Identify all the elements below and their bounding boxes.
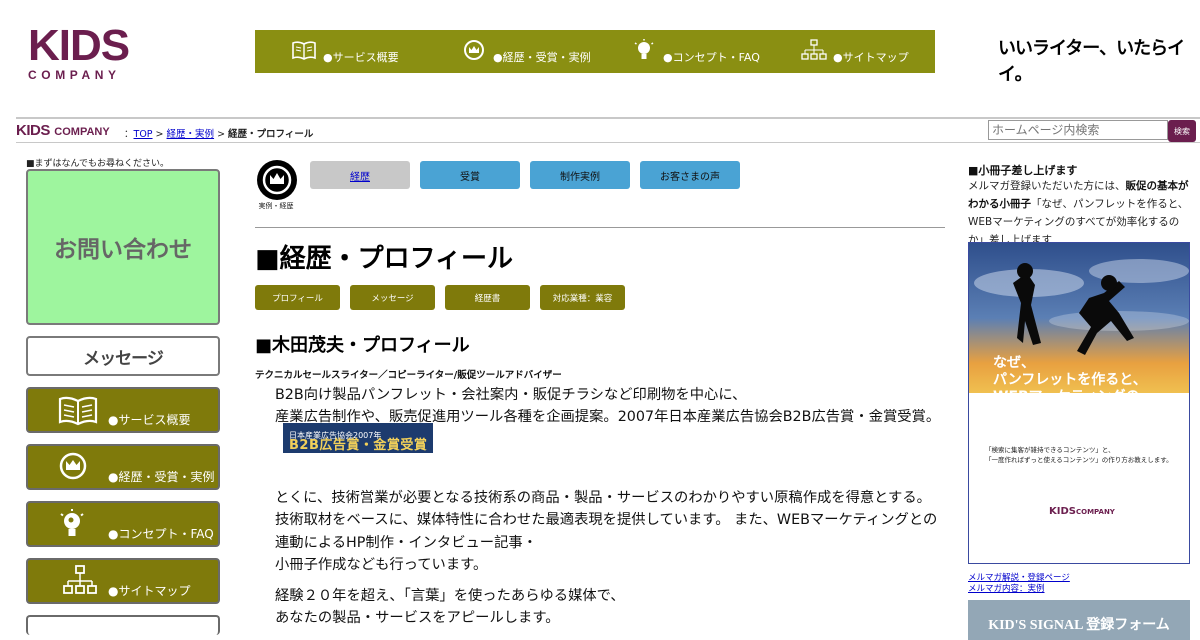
sidebar-item-sitemap[interactable]: ●サイトマップ <box>26 558 220 604</box>
tab-career[interactable]: 経歴 <box>310 161 410 189</box>
lightbulb-icon <box>634 39 654 59</box>
anchor-industries-button[interactable]: 対応業種：業容 <box>540 285 625 310</box>
breadcrumb-career-link[interactable]: 経歴・実例 <box>167 129 215 140</box>
cover-sub-line: 「検索に集客が雑持できるコンテンツ」と、 <box>985 446 1115 454</box>
site-search-input[interactable] <box>988 120 1168 140</box>
crown-icon <box>59 452 87 480</box>
breadcrumb-sep: > <box>214 129 229 140</box>
sidebar-item-concept[interactable]: ●コンセプト・FAQ <box>26 501 220 547</box>
book-icon <box>58 396 98 426</box>
booklet-text-a: メルマガ登録いただいた方には、 <box>968 180 1126 192</box>
tab-works[interactable]: 制作実例 <box>530 161 630 189</box>
tab-label: お客さまの声 <box>660 171 720 183</box>
cover-line: パンフレットを作ると、 <box>993 372 1147 388</box>
crown-badge-icon <box>257 160 297 200</box>
search-button[interactable]: 検索 <box>1168 120 1196 142</box>
sitemap-icon <box>801 39 827 60</box>
cover-logo-main: KIDS <box>1049 506 1076 517</box>
page-title: ■経歴・プロフィール <box>255 244 514 274</box>
cover-subtext: 「検索に集客が雑持できるコンテンツ」と、 「一度作ればずっと使えるコンテンツ」の… <box>985 445 1173 465</box>
cover-line: なぜ、 <box>993 355 1035 371</box>
tab-label: 経歴 <box>350 171 370 183</box>
sidebar-item-label: ●サイトマップ <box>108 584 191 598</box>
nav-item-concept[interactable]: ●コンセプト・FAQ <box>595 30 765 73</box>
message-button[interactable]: メッセージ <box>26 336 220 376</box>
paragraph-line: 経験２０年を超え、「言葉」を使ったあらゆる媒体で、 <box>275 588 625 604</box>
sitemap-icon <box>63 565 97 594</box>
kids-company-logo[interactable]: KIDS COMPANY <box>28 21 140 83</box>
lightbulb-icon <box>60 509 84 536</box>
award-line-2: B2B広告賞・金賞受賞 <box>289 437 428 453</box>
nav-label: ●サイトマップ <box>833 51 909 64</box>
anchor-message-button[interactable]: メッセージ <box>350 285 435 310</box>
sidebar-item-service[interactable]: ●サービス概要 <box>26 387 220 433</box>
mini-logo-main: KIDS <box>16 122 50 139</box>
tab-label: 受賞 <box>460 171 480 183</box>
tab-label: 制作実例 <box>560 171 600 183</box>
anchor-resume-button[interactable]: 経歴書 <box>445 285 530 310</box>
breadcrumb-current: 経歴・プロフィール <box>228 129 314 140</box>
site-tagline: いいライター、いたらイイ。 <box>998 38 1185 85</box>
breadcrumb-top-link[interactable]: TOP <box>134 129 153 140</box>
anchor-profile-button[interactable]: プロフィール <box>255 285 340 310</box>
logo-main-text: KIDS <box>28 21 130 70</box>
badge-caption: 実例・経歴 <box>258 202 294 210</box>
book-icon <box>292 41 316 60</box>
paragraph-text: 小冊子作成なども行っています。 <box>275 556 488 573</box>
tab-awards[interactable]: 受賞 <box>420 161 520 189</box>
sidebar-note: ■まずはなんでもお尋ねください。 <box>26 159 170 169</box>
cover-logo-sub: COMPANY <box>1075 508 1115 516</box>
section-title: ■木田茂夫・プロフィール <box>255 335 470 356</box>
booklet-description: メルマガ登録いただいた方には、販促の基本がわかる小冊子「なぜ、パンフレットを作る… <box>968 177 1190 249</box>
cover-line: WEBマーケティングの <box>993 389 1140 405</box>
paragraph-line: あなたの製品・サービスをアピールします。 <box>275 610 560 627</box>
cover-sub-line: 「一度作ればずっと使えるコンテンツ」の作り方お教えします。 <box>985 456 1173 464</box>
sidebar-item-partial[interactable] <box>26 615 220 635</box>
divider <box>255 227 945 228</box>
cover-headline: なぜ、 パンフレットを作ると、 WEBマーケティングの すべてが効率化するのか。 <box>993 355 1159 423</box>
nav-item-career[interactable]: ●経歴・受賞・実例 <box>425 30 595 73</box>
nav-label: ●コンセプト・FAQ <box>663 51 760 64</box>
tab-testimonials[interactable]: お客さまの声 <box>640 161 740 189</box>
paragraph-text: とくに、技術営業が必要となる技術系の商品・製品・サービスのわかりやすい原稿作成を… <box>275 490 938 551</box>
nav-label: ●経歴・受賞・実例 <box>493 51 591 64</box>
mini-logo-sub: COMPANY <box>54 126 110 138</box>
signal-signup-form-banner[interactable]: KID'S SIGNAL 登録フォーム <box>968 600 1190 640</box>
crown-icon <box>262 165 292 195</box>
nav-item-service[interactable]: ●サービス概要 <box>255 30 425 73</box>
contact-button[interactable]: お問い合わせ <box>26 169 220 325</box>
sidebar-item-label: ●コンセプト・FAQ <box>108 527 214 541</box>
breadcrumb-sep: ： <box>124 129 134 140</box>
nav-item-sitemap[interactable]: ●サイトマップ <box>765 30 935 73</box>
nav-label: ●サービス概要 <box>323 51 399 64</box>
logo-sub-text: COMPANY <box>28 68 121 82</box>
cover-line: すべてが効率化するのか。 <box>993 406 1160 422</box>
newsletter-examples-link[interactable]: メルマガ内容：実例 <box>968 582 1045 594</box>
booklet-title: ■小冊子差し上げます <box>968 164 1078 177</box>
breadcrumb: ：TOP > 経歴・実例 > 経歴・プロフィール <box>124 126 313 140</box>
profile-paragraph-3: 経験２０年を超え、「言葉」を使ったあらゆる媒体で、 あなたの製品・サービスをアピ… <box>275 585 941 630</box>
profile-paragraph-1: B2B向け製品パンフレット・会社案内・販促チラシなど印刷物を中心に、 産業広告制… <box>275 384 941 459</box>
sidebar-item-career[interactable]: ●経歴・受賞・実例 <box>26 444 220 490</box>
role-text: テクニカルセールスライター／コピーライター/販促ツールアドバイザー <box>255 370 562 381</box>
section-badge: 実例・経歴 <box>257 160 297 210</box>
booklet-cover-image[interactable]: なぜ、 パンフレットを作ると、 WEBマーケティングの すべてが効率化するのか。… <box>968 242 1190 564</box>
cover-logo: KIDSCOMPANY <box>1049 506 1115 517</box>
award-banner: 日本産業広告協会2007年 B2B広告賞・金賞受賞 <box>283 422 433 453</box>
paragraph-line: B2B向け製品パンフレット・会社案内・販促チラシなど印刷物を中心に、 <box>275 387 747 403</box>
breadcrumb-bar: KIDS COMPANY ：TOP > 経歴・実例 > 経歴・プロフィール 検索 <box>16 117 1200 143</box>
top-navigation: ●サービス概要 ●経歴・受賞・実例 ●コンセプト・FAQ ●サイトマップ <box>255 30 935 73</box>
sidebar-item-label: ●経歴・受賞・実例 <box>108 470 215 484</box>
breadcrumb-sep: > <box>152 129 167 140</box>
crown-icon <box>464 40 484 60</box>
mini-logo[interactable]: KIDS COMPANY <box>16 122 110 140</box>
profile-paragraph-2: とくに、技術営業が必要となる技術系の商品・製品・サービスのわかりやすい原稿作成を… <box>275 487 941 576</box>
sidebar-item-label: ●サービス概要 <box>108 413 191 427</box>
